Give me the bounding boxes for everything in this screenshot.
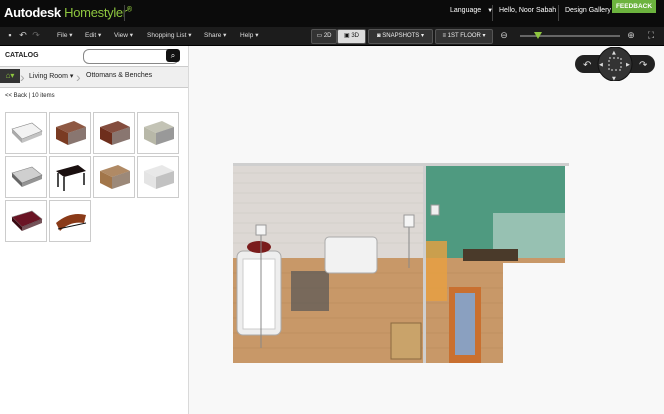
arrow-down-icon: ▼ bbox=[612, 76, 616, 81]
item-count: 10 items bbox=[31, 93, 55, 99]
product-thumbnail bbox=[144, 121, 174, 145]
fullscreen-icon[interactable]: ⛶ bbox=[646, 30, 656, 40]
wall-sconce bbox=[430, 204, 440, 216]
chevron-down-icon: ▾ bbox=[129, 32, 134, 39]
navigation-control[interactable]: ↶ ↷ ▲ ▼ ◀ ▶ bbox=[575, 47, 655, 81]
chevron-down-icon: ▾ bbox=[69, 73, 74, 80]
breadcrumb-ottomans-benches[interactable]: Ottomans & Benches bbox=[86, 72, 152, 79]
catalog-item[interactable] bbox=[137, 156, 179, 198]
product-thumbnail bbox=[56, 165, 86, 191]
home-icon[interactable]: ⌂▾ bbox=[0, 69, 20, 83]
catalog-item[interactable] bbox=[93, 112, 135, 154]
catalog-title: CATALOG bbox=[5, 52, 39, 59]
chevron-down-icon: ▾ bbox=[482, 33, 486, 39]
arrow-right-icon: ▶ bbox=[626, 62, 630, 68]
menu-bar: ▪ ↶ ↷ File ▾ Edit ▾ View ▾ Shopping List… bbox=[0, 27, 664, 46]
rotate-left-icon: ↶ bbox=[583, 60, 591, 71]
breadcrumb-separator: › bbox=[76, 69, 81, 85]
zoom-slider-thumb[interactable] bbox=[534, 32, 542, 39]
floor-plan-3d-view[interactable] bbox=[233, 163, 569, 363]
catalog-item[interactable] bbox=[93, 156, 135, 198]
menu-file[interactable]: File ▾ bbox=[57, 31, 73, 39]
rotate-right-icon: ↷ bbox=[639, 60, 648, 71]
product-thumbnail bbox=[11, 166, 43, 187]
white-armchair bbox=[324, 236, 378, 274]
view-3d-button[interactable]: ▣ 3D bbox=[337, 29, 366, 44]
undo-icon[interactable]: ↶ bbox=[18, 30, 28, 40]
layers-icon: ≡ bbox=[442, 33, 446, 39]
cube-icon: ▣ bbox=[343, 33, 350, 39]
divider bbox=[124, 5, 125, 21]
cabinet bbox=[425, 241, 447, 301]
menu-edit[interactable]: Edit ▾ bbox=[85, 31, 101, 39]
search-icon[interactable]: ⌕ bbox=[166, 49, 180, 62]
view-2d-button[interactable]: ▭ 2D bbox=[311, 29, 337, 44]
floor-selector[interactable]: ≡ 1ST FLOOR ▾ bbox=[435, 29, 493, 44]
product-thumbnail bbox=[56, 214, 87, 231]
product-thumbnail bbox=[56, 121, 86, 145]
chevron-down-icon: ▾ bbox=[420, 33, 424, 39]
app-logo[interactable]: Autodesk Homestyler® bbox=[4, 5, 132, 20]
menu-share[interactable]: Share ▾ bbox=[204, 31, 226, 39]
product-thumbnail bbox=[11, 122, 43, 143]
menu-view[interactable]: View ▾ bbox=[114, 31, 133, 39]
red-chair bbox=[247, 241, 271, 253]
breadcrumb-separator: › bbox=[20, 69, 25, 85]
zoom-out-icon[interactable]: ⊖ bbox=[499, 30, 509, 40]
tan-chair bbox=[390, 322, 422, 360]
divider bbox=[492, 5, 493, 21]
chevron-down-icon: ▾ bbox=[223, 32, 227, 39]
catalog-item[interactable] bbox=[5, 200, 47, 242]
divider bbox=[558, 5, 559, 21]
design-gallery-link[interactable]: Design Gallery bbox=[565, 7, 611, 14]
brand-name: Autodesk bbox=[4, 5, 61, 20]
snapshots-button[interactable]: ◙ SNAPSHOTS ▾ bbox=[368, 29, 433, 44]
search-input[interactable] bbox=[83, 49, 179, 64]
catalog-item[interactable] bbox=[49, 156, 91, 198]
product-name: Homestyler bbox=[64, 5, 127, 20]
catalog-item[interactable] bbox=[137, 112, 179, 154]
chevron-down-icon: ▾ bbox=[69, 32, 73, 39]
redo-icon[interactable]: ↷ bbox=[31, 30, 41, 40]
catalog-panel: CATALOG ⌕ ⌂▾ › Living Room ▾ › Ottomans … bbox=[0, 46, 189, 414]
breadcrumb: ⌂▾ › Living Room ▾ › Ottomans & Benches bbox=[0, 66, 188, 88]
chevron-down-icon: ▾ bbox=[98, 32, 102, 39]
back-link[interactable]: << Back bbox=[5, 93, 27, 99]
trademark: ® bbox=[126, 6, 132, 14]
dining-table bbox=[463, 249, 518, 261]
product-thumbnail bbox=[100, 165, 130, 189]
menu-shopping-list[interactable]: Shopping List ▾ bbox=[147, 31, 191, 39]
zoom-in-icon[interactable]: ⊕ bbox=[626, 30, 636, 40]
catalog-item[interactable] bbox=[49, 200, 91, 242]
plan-icon: ▭ bbox=[316, 33, 323, 39]
language-menu[interactable]: Language ▼ bbox=[450, 7, 493, 14]
top-bar: Autodesk Homestyler® Language ▼ Hello, N… bbox=[0, 0, 664, 27]
breadcrumb-living-room[interactable]: Living Room ▾ bbox=[29, 72, 73, 80]
design-canvas[interactable] bbox=[189, 46, 664, 414]
product-thumbnail bbox=[144, 165, 174, 189]
catalog-back[interactable]: << Back | 10 items bbox=[5, 93, 55, 99]
arrow-up-icon: ▲ bbox=[612, 50, 616, 56]
arrow-left-icon: ◀ bbox=[599, 62, 603, 68]
catalog-item[interactable] bbox=[5, 112, 47, 154]
product-thumbnail bbox=[11, 210, 43, 231]
language-label: Language bbox=[450, 7, 482, 14]
coffee-table bbox=[291, 271, 329, 311]
feedback-button[interactable]: FEEDBACK bbox=[612, 0, 656, 13]
user-greeting[interactable]: Hello, Noor Sabah bbox=[499, 7, 556, 14]
chevron-down-icon: ▾ bbox=[188, 32, 192, 39]
save-icon[interactable]: ▪ bbox=[5, 30, 15, 40]
menu-help[interactable]: Help ▾ bbox=[240, 31, 258, 39]
catalog-item[interactable] bbox=[5, 156, 47, 198]
product-thumbnail bbox=[100, 121, 130, 145]
chevron-down-icon: ▾ bbox=[255, 32, 259, 39]
catalog-item[interactable] bbox=[49, 112, 91, 154]
camera-icon: ◙ bbox=[377, 33, 381, 39]
